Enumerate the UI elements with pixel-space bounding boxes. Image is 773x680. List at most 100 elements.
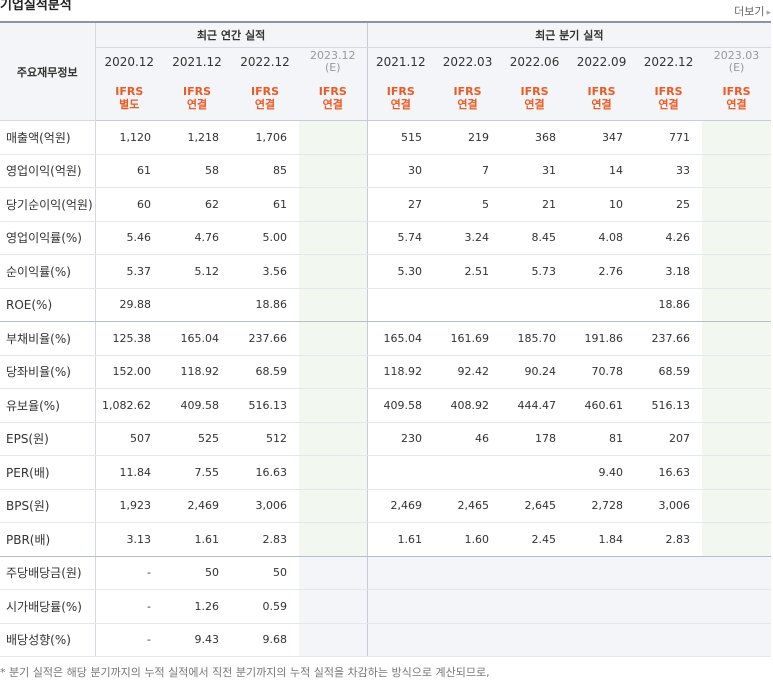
consolidation-label: 연결 [254, 98, 276, 111]
table-cell: 409.58 [367, 388, 435, 423]
table-cell: 9.43 [163, 623, 231, 657]
table-cell: 152.00 [95, 355, 163, 389]
period-header: 2022.03 [434, 47, 502, 76]
table-cell [434, 288, 502, 322]
table-cell: 58 [163, 154, 231, 188]
table-cell: 118.92 [367, 355, 435, 389]
table-cell: 3.13 [95, 522, 163, 557]
table-cell: 408.92 [434, 388, 502, 423]
row-label: 주당배당금(원) [0, 556, 96, 590]
table-cell: 61 [95, 154, 163, 188]
table-cell: - [95, 623, 163, 657]
period-label: 2022.03 [442, 55, 493, 69]
table-cell: 1.26 [163, 589, 231, 624]
table-cell [501, 288, 569, 322]
table-cell [299, 154, 368, 188]
table-cell [367, 288, 435, 322]
table-cell: 5.00 [231, 221, 299, 255]
table-cell [702, 388, 772, 423]
table-cell [434, 623, 502, 657]
consolidation-label: 연결 [726, 98, 747, 111]
row-label: 매출액(억원) [0, 120, 96, 155]
table-cell [635, 556, 703, 590]
table-row: 유보율(%) 1,082.62 409.58 516.13 409.58 408.92 44… [0, 388, 772, 423]
table-cell: 368 [501, 120, 569, 155]
consolidation-label: 연결 [524, 98, 545, 111]
table-cell: 5.46 [95, 221, 163, 255]
table-cell: 230 [367, 422, 435, 456]
row-label: EPS(원) [0, 422, 96, 456]
period-label: 2022.12 [643, 55, 694, 69]
table-cell [434, 556, 502, 590]
table-row: 당좌비율(%) 152.00 118.92 68.59 118.92 92.42 90.24… [0, 355, 772, 389]
table-cell [501, 589, 569, 624]
table-cell: 347 [568, 120, 636, 155]
ifrs-label: IFRS [386, 85, 415, 98]
table-cell: 515 [367, 120, 435, 155]
table-row: 배당성향(%) -9.43 9.68 [0, 623, 772, 657]
table-cell [367, 623, 435, 657]
table-cell [299, 120, 368, 155]
table-cell [299, 556, 368, 590]
table-cell: 60 [95, 187, 163, 222]
row-label: 당기순이익(억원) [0, 187, 96, 222]
table-cell: 4.76 [163, 221, 231, 255]
table-cell: 1,923 [95, 489, 163, 523]
table-cell: 7.55 [163, 455, 231, 490]
table-row: PER(배) 11.84 7.55 16.63 9.40 16.63 [0, 455, 772, 490]
row-label: PER(배) [0, 455, 96, 490]
table-cell: 85 [231, 154, 299, 188]
table-cell: 409.58 [163, 388, 231, 423]
table-cell [501, 455, 569, 490]
table-cell: 2.83 [231, 522, 299, 557]
table-cell: 62 [163, 187, 231, 222]
table-cell: 50 [163, 556, 231, 590]
table-cell: 191.86 [568, 321, 636, 356]
table-cell: 525 [163, 422, 231, 456]
table-cell [568, 556, 636, 590]
table-cell: 5 [434, 187, 502, 222]
table-cell: 70.78 [568, 355, 636, 389]
table-cell: 92.42 [434, 355, 502, 389]
table-cell: 21 [501, 187, 569, 222]
table-cell: 4.08 [568, 221, 636, 255]
table-cell: 68.59 [231, 355, 299, 389]
table-cell [702, 154, 772, 188]
financial-summary-table: 주요재무정보 최근 연간 실적 최근 분기 실적 2020.12 2021.12 2… [0, 21, 772, 657]
table-cell: 3.24 [434, 221, 502, 255]
table-row: 부채비율(%) 125.38 165.04 237.66 165.04 161.69 185… [0, 321, 772, 356]
table-cell [702, 489, 772, 523]
accounting-basis: IFRS 연결 [367, 76, 435, 121]
table-cell [501, 556, 569, 590]
period-header: 2022.09 [568, 47, 636, 76]
table-cell [299, 388, 368, 423]
table-cell: 3,006 [635, 489, 703, 523]
table-cell: 30 [367, 154, 435, 188]
table-cell: 165.04 [163, 321, 231, 356]
table-cell [702, 321, 772, 356]
table-cell: 1,120 [95, 120, 163, 155]
table-row: PBR(배) 3.13 1.61 2.83 1.61 1.60 2.45 1.84 2.83 [0, 522, 772, 557]
row-label: BPS(원) [0, 489, 96, 523]
table-cell: 118.92 [163, 355, 231, 389]
period-label: 2022.06 [509, 55, 560, 69]
table-cell [568, 288, 636, 322]
table-cell [299, 623, 368, 657]
table-cell: 1.61 [367, 522, 435, 557]
table-cell [367, 589, 435, 624]
table-cell: 18.86 [635, 288, 703, 322]
table-cell: 1,706 [231, 120, 299, 155]
period-header: 2023.12 (E) [299, 47, 368, 76]
table-cell: 2,645 [501, 489, 569, 523]
table-cell: 14 [568, 154, 636, 188]
table-cell: 7 [434, 154, 502, 188]
table-cell [702, 556, 772, 590]
table-row: 당기순이익(억원) 60 62 61 27 5 21 10 25 [0, 187, 772, 222]
consolidation-label: 별도 [119, 98, 140, 111]
period-header: 2021.12 [367, 47, 435, 76]
table-cell: 125.38 [95, 321, 163, 356]
more-label: 더보기 [734, 5, 765, 18]
more-link[interactable]: 더보기 ▸ [734, 3, 771, 19]
accounting-basis: IFRS 연결 [568, 76, 636, 121]
ifrs-label: IFRS [251, 85, 279, 98]
